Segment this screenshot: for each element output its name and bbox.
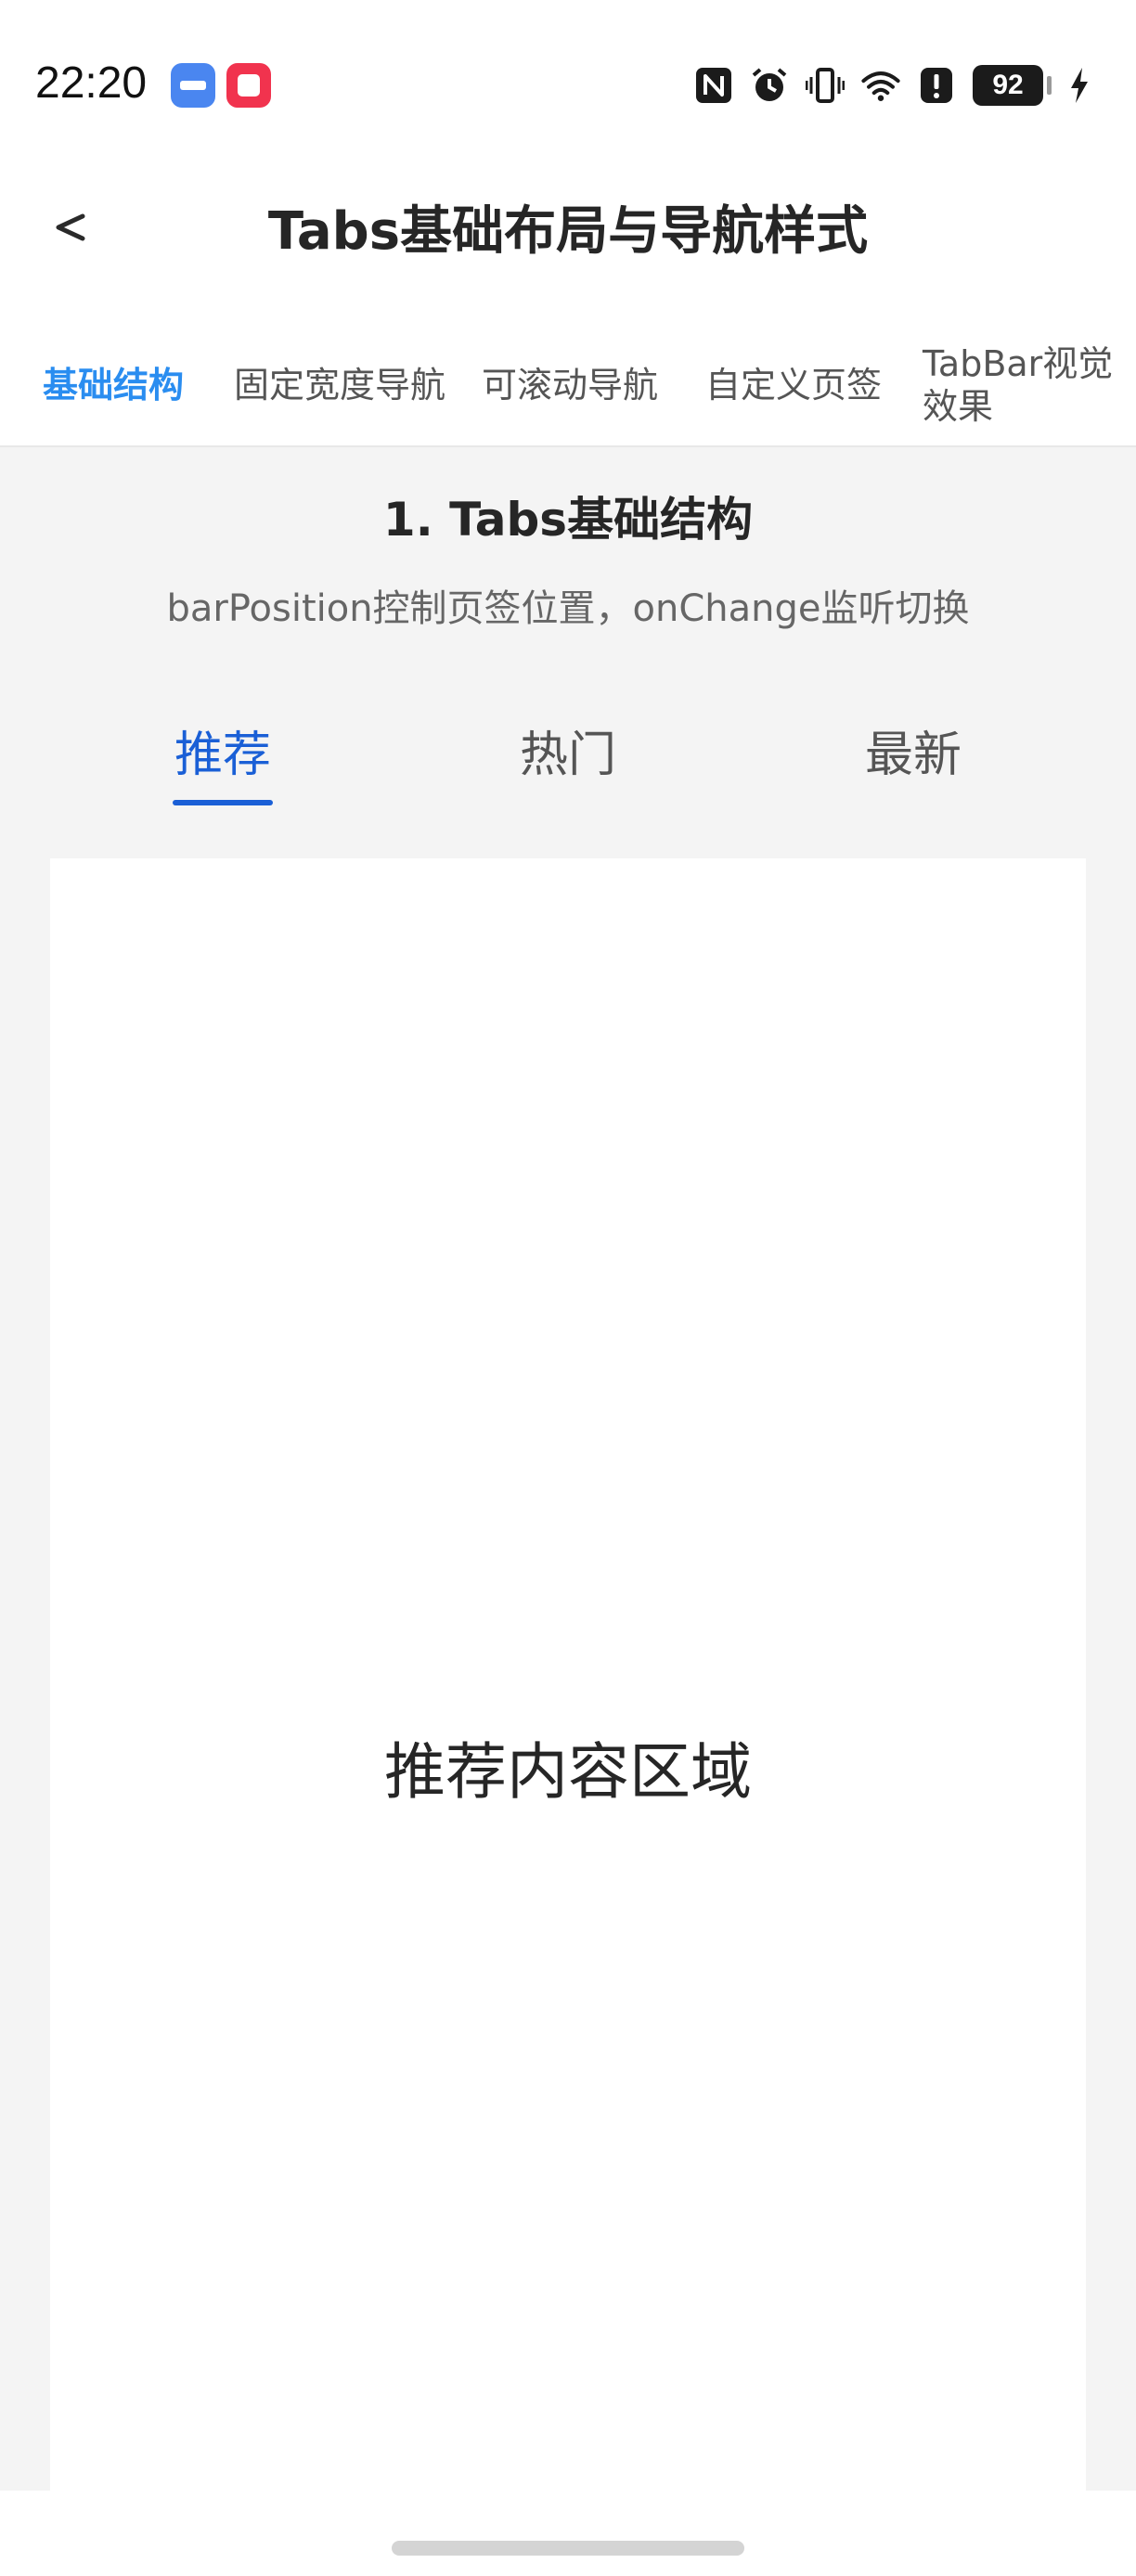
status-icons: 92 xyxy=(694,59,1099,111)
wifi-icon xyxy=(861,66,900,105)
tab-basic-structure[interactable]: 基础结构 xyxy=(35,325,191,445)
nav-tab-bar: 基础结构 固定宽度导航 可滚动导航 自定义页签 TabBar视觉效果 xyxy=(0,325,1136,447)
home-indicator[interactable] xyxy=(392,2541,744,2556)
status-time: 22:20 xyxy=(35,58,148,108)
tab-label: 自定义页签 xyxy=(704,365,882,406)
tab-tabbar-visual[interactable]: TabBar视觉效果 xyxy=(923,325,1123,445)
tab-custom-tabs[interactable]: 自定义页签 xyxy=(698,325,889,445)
active-tab-indicator xyxy=(173,800,273,805)
usb-icon xyxy=(171,63,215,108)
alert-icon xyxy=(917,66,956,105)
battery-level: 92 xyxy=(992,70,1024,100)
tab-fixed-width-nav[interactable]: 固定宽度导航 xyxy=(226,325,453,445)
gesture-nav-area xyxy=(0,2491,1136,2576)
inner-tab-label: 热门 xyxy=(519,728,616,783)
section-title: 1. Tabs基础结构 xyxy=(382,493,754,547)
inner-tab-bar: 推荐 热门 最新 xyxy=(50,705,1086,817)
content-label: 推荐内容区域 xyxy=(384,1736,752,1808)
tab-content-panel: 推荐内容区域 xyxy=(50,858,1086,2492)
page-title: Tabs基础布局与导航样式 xyxy=(267,201,869,262)
inner-tab-label: 推荐 xyxy=(174,728,271,783)
tab-label: TabBar视觉效果 xyxy=(923,343,1114,427)
inner-tab-popular[interactable]: 热门 xyxy=(395,705,741,817)
battery-icon: 92 xyxy=(973,65,1052,106)
alarm-icon xyxy=(750,66,789,105)
tab-label: 固定宽度导航 xyxy=(233,365,445,406)
section-subtitle: barPosition控制页签位置，onChange监听切换 xyxy=(166,587,970,630)
app-icon xyxy=(226,63,271,108)
charging-icon xyxy=(1060,66,1099,105)
status-bar: 22:20 92 xyxy=(0,0,1136,167)
inner-tab-latest[interactable]: 最新 xyxy=(741,705,1086,817)
tab-scrollable-nav[interactable]: 可滚动导航 xyxy=(473,325,666,445)
tab-label: 基础结构 xyxy=(42,365,184,406)
nfc-icon xyxy=(694,66,733,105)
inner-tab-label: 最新 xyxy=(864,728,962,783)
header: Tabs基础布局与导航样式 基础结构 固定宽度导航 可滚动导航 自定义页签 Ta… xyxy=(0,167,1136,447)
vibrate-icon xyxy=(806,66,845,105)
tab-label: 可滚动导航 xyxy=(481,365,658,406)
